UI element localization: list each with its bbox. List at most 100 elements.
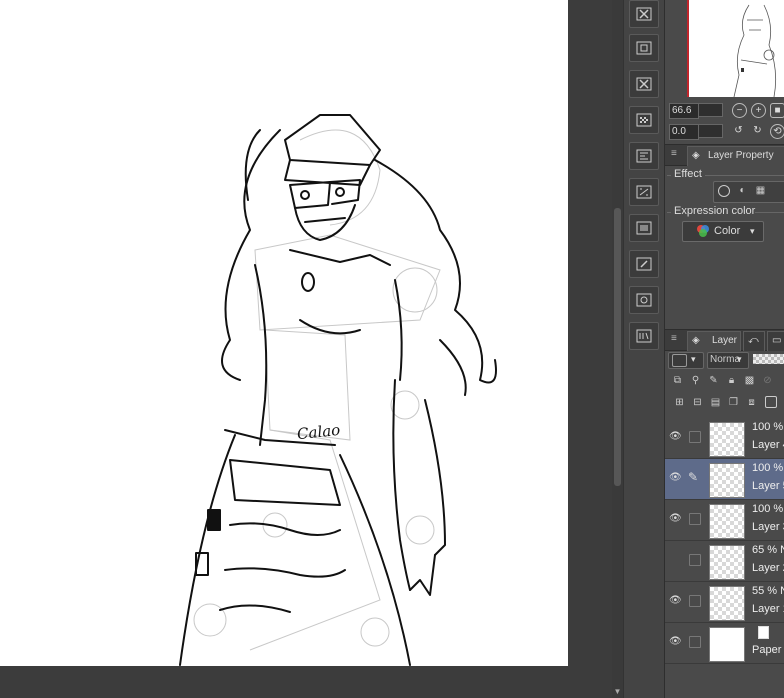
- layer-name: Layer 2: [752, 562, 784, 574]
- fit-icon[interactable]: ■: [770, 103, 784, 118]
- layer-blend-mode: N: [780, 585, 784, 597]
- mask-enable-icon[interactable]: ⊘: [761, 374, 774, 387]
- layer-lock-checkbox[interactable]: [689, 431, 701, 443]
- border-effect-icon[interactable]: [718, 185, 730, 197]
- layer-mask-icon[interactable]: [765, 396, 777, 408]
- lock-transparency-icon[interactable]: ▩: [743, 374, 756, 387]
- color-icon: [697, 225, 709, 237]
- layer-name: Layer 4: [752, 439, 784, 451]
- tab-layer-property[interactable]: ◈ Layer Property: [687, 146, 784, 166]
- layer-opacity: 55 %: [752, 585, 778, 597]
- layer-row[interactable]: 👁︎ ✎ 100 %N Layer 5: [665, 459, 784, 500]
- tab-layer-label: Layer: [712, 335, 738, 346]
- transfer-down-icon[interactable]: ⧈: [745, 396, 758, 409]
- layer-row[interactable]: 65 %N Layer 2: [665, 541, 784, 582]
- visibility-eye-icon[interactable]: 👁︎: [669, 431, 682, 442]
- clear-layer-button[interactable]: [629, 0, 659, 28]
- tab-extra[interactable]: ▭: [767, 331, 784, 351]
- rotate-left-icon[interactable]: ↺: [732, 124, 745, 137]
- delete-icon: [636, 77, 652, 91]
- layer-color-dropdown[interactable]: ▾: [668, 352, 704, 369]
- divider: [667, 175, 671, 176]
- effect-label: Effect: [674, 168, 702, 180]
- blend-mode-dropdown[interactable]: Norma ▾: [707, 352, 749, 369]
- rotate-value[interactable]: 0.0: [669, 124, 699, 140]
- layer-lock-checkbox[interactable]: [689, 513, 701, 525]
- canvas-area[interactable]: Calao: [0, 0, 612, 698]
- edit-icon: [636, 257, 652, 271]
- zoom-value[interactable]: 66.6: [669, 103, 699, 119]
- divider: [705, 175, 784, 176]
- panel-menu-icon[interactable]: ≡: [671, 334, 680, 344]
- layer-opacity: 65 %: [752, 544, 778, 556]
- layer-thumbnail: [709, 422, 745, 457]
- clear-icon: [636, 7, 652, 21]
- chevron-down-icon: ▾: [691, 354, 696, 364]
- canvas-paper[interactable]: Calao: [0, 0, 568, 666]
- layer-lock-checkbox[interactable]: [689, 636, 701, 648]
- layer-row[interactable]: 👁︎ Paper: [665, 623, 784, 664]
- zoom-slider[interactable]: [698, 103, 723, 117]
- zoom-in-icon[interactable]: +: [751, 103, 766, 118]
- scrollbar-thumb[interactable]: [614, 208, 621, 486]
- paper-layer-icon: [758, 626, 769, 639]
- scroll-down-arrow-icon[interactable]: ▼: [613, 686, 622, 698]
- visibility-eye-icon[interactable]: 👁︎: [669, 636, 682, 647]
- transform-button[interactable]: [629, 178, 659, 206]
- layer-panel-tabbar: ≡ ◈ Layer ⤺ ▭: [665, 329, 784, 351]
- reference-layer-button[interactable]: [629, 286, 659, 314]
- visibility-eye-icon[interactable]: 👁︎: [669, 472, 682, 483]
- new-vector-layer-icon[interactable]: ⊟: [691, 396, 704, 409]
- visibility-eye-icon[interactable]: 👁︎: [669, 513, 682, 524]
- layer-row[interactable]: 👁︎ 100 %N Layer 3: [665, 500, 784, 541]
- tab-layer[interactable]: ◈ Layer: [687, 331, 741, 351]
- layer-property-icon: ◈: [692, 150, 700, 161]
- merge-icon: [636, 41, 652, 55]
- rotate-slider[interactable]: [698, 124, 723, 138]
- layer-opacity-mode: 100 %N: [752, 421, 784, 433]
- layer-opacity-mode: [752, 626, 769, 642]
- layer-property-tabbar: ≡ ◈ Layer Property: [665, 144, 784, 166]
- layer-row[interactable]: 👁︎ 55 %N Layer 1: [665, 582, 784, 623]
- delete-layer-button[interactable]: [629, 70, 659, 98]
- transparency-button[interactable]: [629, 106, 659, 134]
- navigator-preview[interactable]: [687, 0, 784, 97]
- history-icon: ⤺: [748, 335, 759, 346]
- layer-name: Paper: [752, 644, 782, 656]
- layer-blend-mode: N: [780, 544, 784, 556]
- visibility-eye-icon[interactable]: [669, 554, 681, 564]
- extra-tab-icon: ▭: [772, 335, 782, 346]
- reference-icon[interactable]: ⚲: [689, 374, 702, 387]
- visibility-eye-icon[interactable]: 👁︎: [669, 595, 682, 606]
- layer-opacity: 100 %: [752, 421, 784, 433]
- draft-layer-button[interactable]: [629, 322, 659, 350]
- layer-command-toolbar: [623, 0, 664, 698]
- layer-lock-checkbox[interactable]: [689, 595, 701, 607]
- edit-layer-button[interactable]: [629, 250, 659, 278]
- new-raster-layer-icon[interactable]: ⊞: [673, 396, 686, 409]
- reference-icon: [636, 293, 652, 307]
- layer-name: Layer 1: [752, 603, 784, 615]
- layer-mask-button[interactable]: [629, 142, 659, 170]
- zoom-out-icon[interactable]: −: [732, 103, 747, 118]
- panel-menu-icon[interactable]: ≡: [671, 149, 680, 159]
- layer-row[interactable]: 👁︎ 100 %N Layer 4: [665, 418, 784, 459]
- fill-layer-button[interactable]: [629, 214, 659, 242]
- expression-color-dropdown[interactable]: Color ▾: [682, 221, 764, 242]
- tone-effect-icon[interactable]: ▦: [754, 184, 767, 197]
- extract-line-icon[interactable]: ◐: [736, 184, 749, 197]
- merge-layer-button[interactable]: [629, 34, 659, 62]
- layer-lock-checkbox[interactable]: [689, 554, 701, 566]
- new-folder-icon[interactable]: ▤: [709, 396, 722, 409]
- lock-icon[interactable]: 🔒︎: [725, 374, 738, 387]
- opacity-slider[interactable]: [753, 354, 784, 364]
- layer-opacity-mode: 65 %N: [752, 544, 784, 556]
- tab-history[interactable]: ⤺: [743, 331, 765, 351]
- new-layer-toolbar: ⊞ ⊟ ▤ ❐ ⧈: [669, 396, 784, 412]
- draft-icon[interactable]: ✎: [707, 374, 720, 387]
- canvas-vertical-scrollbar[interactable]: ▼: [612, 0, 623, 698]
- rotate-right-icon[interactable]: ↻: [751, 124, 764, 137]
- reset-rotation-icon[interactable]: ⟲: [770, 124, 784, 139]
- clip-icon[interactable]: ⧉: [671, 374, 684, 387]
- duplicate-layer-icon[interactable]: ❐: [727, 396, 740, 409]
